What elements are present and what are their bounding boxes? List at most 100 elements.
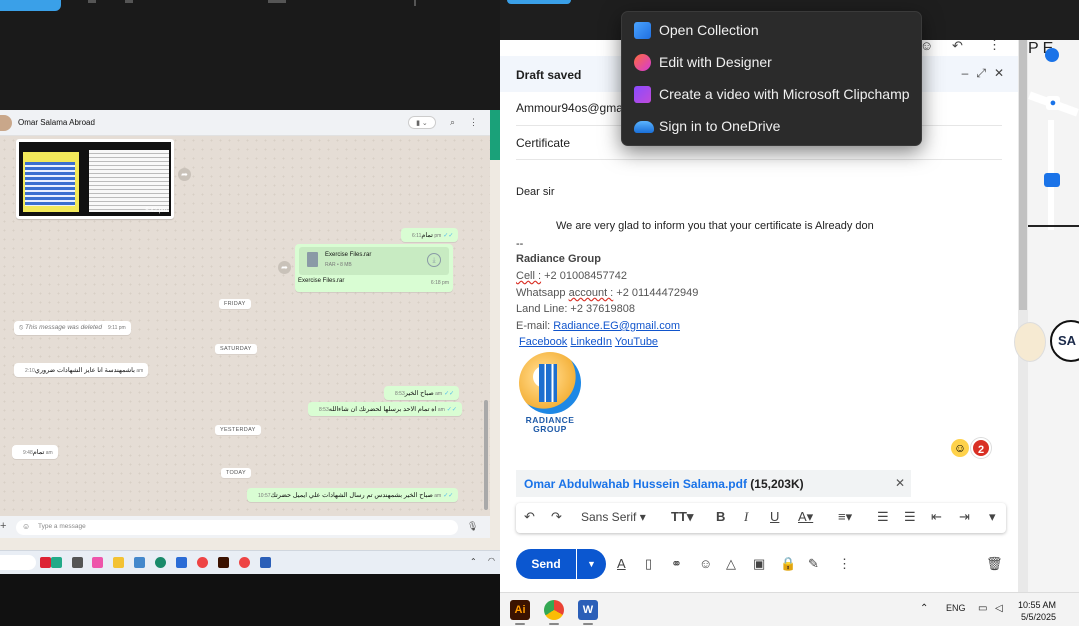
designer-icon [634, 54, 651, 71]
underline-icon[interactable]: U [770, 509, 779, 524]
message-bubble: باشمهندسة انا عايز الشهادات ضروري2:10 am [14, 363, 149, 377]
image-icon[interactable]: ▣ [753, 556, 765, 572]
edge-icon[interactable] [155, 557, 166, 568]
language-indicator[interactable]: ENG [946, 603, 966, 613]
illustrator-icon[interactable] [218, 557, 229, 568]
file-message[interactable]: Exercise Files.rar RAR • 8 MB ⤓ Exercise… [295, 244, 453, 292]
formatting-options-icon[interactable]: A [617, 556, 626, 571]
undo-icon[interactable]: ↶ [524, 509, 535, 525]
menu-item-clipchamp[interactable]: Create a video with Microsoft Clipchamp [630, 80, 916, 108]
search-icon[interactable]: ⌕ [450, 117, 455, 128]
page-scrollbar[interactable] [1018, 40, 1028, 592]
remove-attachment-icon[interactable]: ✕ [895, 476, 905, 490]
numbered-list-icon[interactable]: ☰ [877, 509, 889, 525]
chevron-up-icon[interactable]: ⌃ [470, 557, 477, 566]
wifi-icon[interactable]: ◠ [488, 556, 495, 565]
bulleted-list-icon[interactable]: ☰ [904, 509, 916, 525]
menu-item-edit-with-designer[interactable]: Edit with Designer [630, 48, 916, 76]
video-icon[interactable] [1044, 173, 1060, 187]
redo-icon[interactable]: ↷ [551, 509, 562, 525]
emoji-icon[interactable]: ☺ [22, 522, 30, 531]
blue-tab [0, 0, 61, 11]
word-icon[interactable] [260, 557, 271, 568]
taskbar-search[interactable] [0, 555, 36, 570]
message-input[interactable]: ☺ Type a message [16, 520, 458, 535]
menu-item-open-collection[interactable]: Open Collection [630, 16, 916, 44]
send-options-icon[interactable]: ▼ [577, 549, 606, 579]
app-icon[interactable] [176, 557, 187, 568]
plus-icon[interactable]: + [0, 520, 6, 532]
emoji-icon[interactable]: ☺ [699, 556, 712, 571]
minimize-icon[interactable]: – [962, 66, 969, 81]
app-icon[interactable] [40, 557, 51, 568]
volume-icon[interactable]: ◁ [995, 603, 1003, 614]
youtube-link[interactable]: YouTube [615, 336, 658, 348]
facebook-link[interactable]: Facebook [519, 336, 567, 348]
top-mark [414, 0, 416, 6]
more-icon[interactable]: ⋮ [988, 40, 1001, 53]
align-icon[interactable]: ≡▾ [838, 509, 852, 525]
chevron-up-icon[interactable]: ⌃ [920, 603, 928, 614]
trash-icon[interactable]: 🗑 [986, 556, 1003, 572]
app-icon[interactable] [72, 557, 83, 568]
more-formatting-icon[interactable]: ▾ [989, 509, 996, 525]
more-options-icon[interactable]: ⋮ [838, 556, 851, 572]
text-color-icon[interactable]: A▾ [798, 509, 813, 525]
video-call-icon[interactable]: ▮ ⌄ [407, 116, 436, 129]
network-icon[interactable]: ▭ [978, 603, 987, 614]
close-icon[interactable]: ✕ [994, 66, 1004, 81]
running-indicator [515, 623, 525, 625]
image-message[interactable]: 5:42 pm [16, 139, 174, 219]
composer-bar: + ☺ Type a message 🎙 [0, 516, 490, 538]
file-attachment[interactable]: Exercise Files.rar RAR • 8 MB ⤓ [299, 247, 449, 275]
font-select[interactable]: Sans Serif ▾ [581, 510, 646, 524]
italic-icon[interactable]: I [744, 509, 748, 525]
send-button[interactable]: Send [516, 549, 576, 579]
message-time: 9:11 pm [108, 325, 126, 331]
bold-icon[interactable]: B [716, 509, 725, 524]
map-pin-icon[interactable] [1045, 48, 1059, 62]
app-icon[interactable] [51, 557, 62, 568]
message-time: 6:18 pm [430, 280, 449, 286]
chrome-icon[interactable] [544, 600, 564, 620]
emoji-reaction[interactable]: ☺ 2 [951, 438, 991, 458]
forward-icon[interactable]: ➦ [178, 168, 191, 181]
indent-less-icon[interactable]: ⇤ [931, 509, 942, 525]
scrollbar-thumb[interactable] [1019, 40, 1027, 310]
microphone-icon[interactable]: 🎙 [467, 521, 478, 532]
word-icon[interactable]: W [578, 600, 598, 620]
attachment-chip[interactable]: Omar Abdulwahab Hussein Salama.pdf (15,2… [516, 470, 911, 497]
avatar[interactable] [0, 114, 12, 131]
indent-more-icon[interactable]: ⇥ [959, 509, 970, 525]
message-text: صباح الخير [404, 390, 434, 397]
folder-icon[interactable] [113, 557, 124, 568]
menu-item-label: Edit with Designer [659, 54, 772, 70]
lock-icon[interactable]: 🔒 [780, 556, 796, 572]
read-ticks-icon: ✓✓ [443, 233, 454, 239]
expand-icon[interactable]: ⤢ [976, 66, 986, 81]
drive-icon[interactable]: △ [726, 556, 736, 572]
scrollbar[interactable] [484, 400, 488, 510]
person-icon[interactable]: ● [1046, 96, 1060, 110]
chrome-icon[interactable] [239, 557, 250, 568]
text-size-icon[interactable]: TT▾ [671, 509, 693, 525]
link-icon[interactable]: ⚭ [671, 556, 682, 572]
illustrator-icon[interactable]: Ai [510, 600, 530, 620]
clock[interactable]: 10:55 AM 5/5/2025 [1016, 599, 1056, 623]
more-icon[interactable]: ⋮ [469, 117, 478, 128]
contact-name[interactable]: Omar Salama Abroad [18, 118, 95, 127]
download-icon[interactable]: ⤓ [427, 253, 441, 267]
signature-icon[interactable]: ✎ [808, 556, 819, 572]
forward-icon[interactable]: ➦ [278, 261, 291, 274]
menu-item-onedrive[interactable]: Sign in to OneDrive [630, 112, 916, 140]
email-link[interactable]: Radiance.EG@gmail.com [553, 320, 680, 332]
attach-icon[interactable]: ▯ [645, 556, 652, 572]
reply-icon[interactable]: ↶ [952, 40, 963, 54]
linkedin-link[interactable]: LinkedIn [570, 336, 612, 348]
chrome-icon[interactable] [197, 557, 208, 568]
company-name: Radiance Group [516, 253, 601, 265]
app-icon[interactable] [92, 557, 103, 568]
blue-pill [507, 0, 571, 4]
app-icon[interactable] [134, 557, 145, 568]
menu-item-label: Open Collection [659, 22, 759, 38]
